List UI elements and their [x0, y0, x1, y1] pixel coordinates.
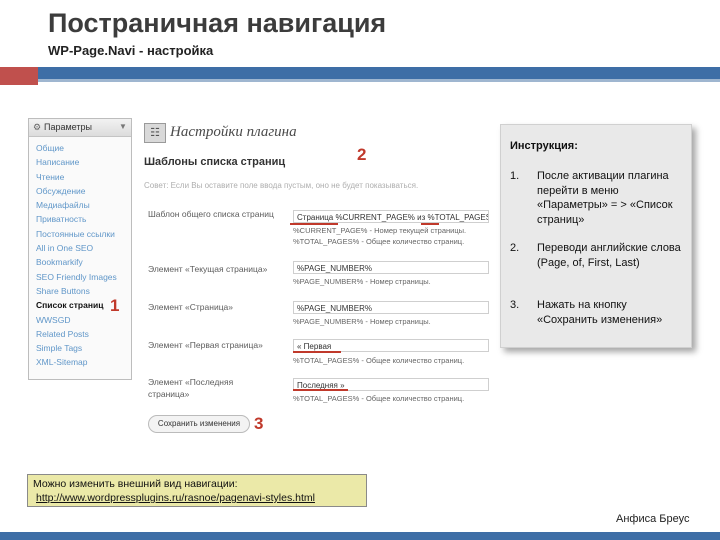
settings-page-icon: ☷ [144, 123, 166, 143]
step-number: 1. [510, 170, 520, 182]
highlight-underline [293, 389, 348, 391]
footer-bar [0, 532, 720, 540]
sidebar-item-media[interactable]: Медиафайлы [36, 198, 117, 212]
sidebar-item-discussion[interactable]: Обсуждение [36, 184, 117, 198]
instructions-title: Инструкция: [510, 140, 578, 152]
callout-marker-3: 3 [254, 414, 264, 433]
slide-title: Постраничная навигация [48, 8, 387, 38]
row-hint: %TOTAL_PAGES% - Общее количество страниц… [293, 394, 465, 403]
page-element-input[interactable]: %PAGE_NUMBER% [293, 301, 489, 314]
sidebar-item-general[interactable]: Общие [36, 141, 117, 155]
step-text: Нажать на кнопку «Сохранить изменения» [537, 299, 663, 326]
row-hint: %PAGE_NUMBER% - Номер страницы. [293, 317, 431, 326]
sidebar-item-seo-friendly-images[interactable]: SEO Friendly Images [36, 270, 117, 284]
callout-marker-2: 2 [357, 145, 367, 164]
sidebar-item-related-posts[interactable]: Related Posts [36, 327, 117, 341]
callout-marker-1: 1 [110, 296, 120, 315]
settings-icon: ⚙ [33, 122, 42, 132]
sidebar-item-bookmarkify[interactable]: Bookmarkify [36, 255, 117, 269]
header-stripe [38, 79, 720, 82]
current-page-input[interactable]: %PAGE_NUMBER% [293, 261, 489, 274]
slide-subtitle: WP-Page.Navi - настройка [48, 43, 214, 58]
collapse-arrow-icon[interactable]: ▼ [119, 122, 127, 131]
sidebar-item-xml-sitemap[interactable]: XML-Sitemap [36, 355, 117, 369]
sidebar-item-privacy[interactable]: Приватность [36, 212, 117, 226]
step-number: 2. [510, 242, 520, 254]
note-link[interactable]: http://www.wordpressplugins.ru/rasnoe/pa… [36, 491, 315, 505]
sidebar-item-share-buttons[interactable]: Share Buttons [36, 284, 117, 298]
row-hint: %CURRENT_PAGE% - Номер текущей страницы. [293, 226, 467, 235]
section-title: Шаблоны списка страниц [144, 156, 286, 168]
row-label-first-page: Элемент «Первая страница» [148, 340, 263, 350]
sidebar-menu: Общие Написание Чтение Обсуждение Медиаф… [36, 141, 117, 370]
sidebar-header-label: Параметры [44, 122, 92, 132]
note-text: Можно изменить внешний вид навигации: [33, 478, 238, 490]
row-label-current-page: Элемент «Текущая страница» [148, 264, 268, 274]
row-hint: %TOTAL_PAGES% - Общее количество страниц… [293, 237, 465, 246]
row-label-last-page: Элемент «Последняя страница» [148, 377, 234, 399]
sidebar-item-permalinks[interactable]: Постоянные ссылки [36, 227, 117, 241]
header-accent-block [0, 67, 38, 85]
row-hint: %PAGE_NUMBER% - Номер страницы. [293, 277, 431, 286]
highlight-underline [293, 351, 341, 353]
sidebar-item-page-list[interactable]: Список страниц [36, 298, 117, 312]
sidebar-item-wwsgd[interactable]: WWSGD [36, 313, 117, 327]
customization-note: Можно изменить внешний вид навигации: ht… [27, 474, 367, 507]
admin-sidebar: ⚙ Параметры ▼ Общие Написание Чтение Обс… [28, 118, 132, 380]
sidebar-item-reading[interactable]: Чтение [36, 170, 117, 184]
save-changes-button[interactable]: Сохранить изменения [148, 415, 250, 433]
section-description: Совет: Если Вы оставите поле ввода пусты… [144, 181, 419, 190]
page-title: Настройки плагина [170, 124, 297, 140]
row-hint: %TOTAL_PAGES% - Общее количество страниц… [293, 356, 465, 365]
highlight-underline [421, 223, 439, 225]
plugin-settings-panel: ☷ Настройки плагина Шаблоны списка стран… [138, 118, 510, 438]
sidebar-item-all-in-one-seo[interactable]: All in One SEO [36, 241, 117, 255]
row-label-page-list-template: Шаблон общего списка страниц [148, 209, 274, 219]
step-text: Переводи английские слова (Page, of, Fir… [537, 242, 681, 269]
sidebar-item-writing[interactable]: Написание [36, 155, 117, 169]
page-list-template-input[interactable]: Страница %CURRENT_PAGE% из %TOTAL_PAGES% [293, 210, 489, 223]
header-bar [0, 67, 720, 79]
step-text: После активации плагина перейти в меню «… [537, 170, 673, 226]
sidebar-item-simple-tags[interactable]: Simple Tags [36, 341, 117, 355]
sidebar-header[interactable]: ⚙ Параметры ▼ [29, 119, 131, 137]
step-number: 3. [510, 299, 520, 311]
instructions-panel: Инструкция: 1. После активации плагина п… [500, 124, 692, 348]
highlight-underline [290, 223, 338, 225]
row-label-page: Элемент «Страница» [148, 302, 234, 312]
author-name: Анфиса Бреус [616, 513, 690, 525]
